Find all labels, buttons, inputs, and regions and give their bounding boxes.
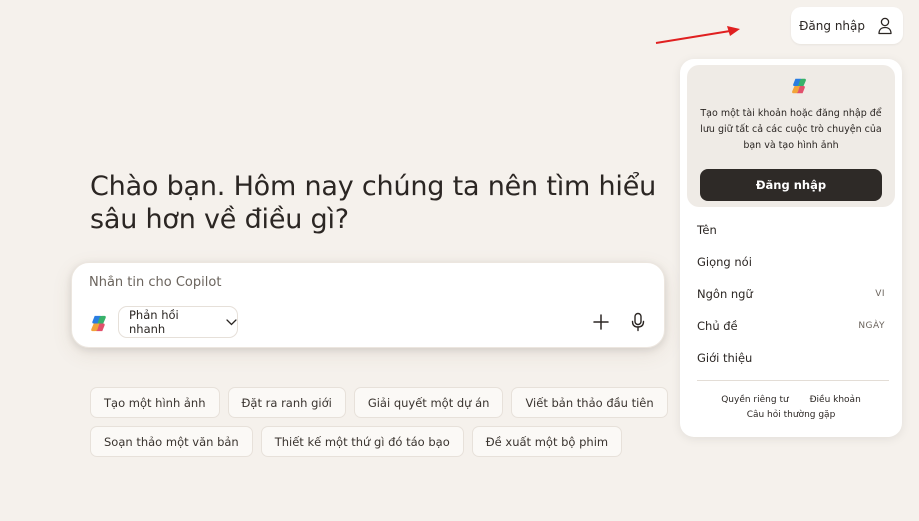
terms-link[interactable]: Điều khoản <box>810 395 861 405</box>
suggestion-chips: Tạo một hình ảnh Đặt ra ranh giới Giải q… <box>90 387 668 465</box>
suggestion-chip[interactable]: Tạo một hình ảnh <box>90 387 220 418</box>
menu-item-value: NGÀY <box>858 321 885 331</box>
menu-item-about[interactable]: Giới thiệu <box>680 342 902 374</box>
annotation-arrow-icon <box>655 26 740 44</box>
menu-item-label: Giới thiệu <box>697 351 753 365</box>
page-title: Chào bạn. Hôm nay chúng ta nên tìm hiểu … <box>90 171 657 235</box>
panel-signin-button[interactable]: Đăng nhập <box>700 169 882 201</box>
copilot-logo-icon <box>792 78 806 94</box>
menu-item-language[interactable]: Ngôn ngữ VI <box>680 278 902 310</box>
signin-promo-card: Tạo một tài khoản hoặc đăng nhập để lưu … <box>687 65 895 207</box>
menu-item-value: VI <box>875 289 885 299</box>
signin-promo-text: Tạo một tài khoản hoặc đăng nhập để lưu … <box>700 108 882 151</box>
header-signin-button[interactable]: Đăng nhập <box>791 7 903 44</box>
suggestion-chip[interactable]: Viết bản thảo đầu tiên <box>511 387 668 418</box>
suggestion-chip[interactable]: Đề xuất một bộ phim <box>471 426 623 457</box>
copilot-logo-icon <box>91 315 106 332</box>
suggestion-chip[interactable]: Soạn thảo một văn bản <box>90 426 253 457</box>
panel-footer-links: Quyền riêng tư Điều khoản Câu hỏi thường… <box>680 393 902 423</box>
suggestion-chip[interactable]: Đặt ra ranh giới <box>227 387 346 418</box>
header-signin-label: Đăng nhập <box>799 18 865 33</box>
menu-item-label: Tên <box>697 223 717 237</box>
response-mode-label: Phản hồi nhanh <box>129 308 179 336</box>
menu-item-name[interactable]: Tên <box>680 214 902 246</box>
menu-divider <box>697 380 889 381</box>
menu-item-label: Giọng nói <box>697 255 752 269</box>
privacy-link[interactable]: Quyền riêng tư <box>721 395 788 405</box>
response-mode-select[interactable]: Phản hồi nhanh <box>118 306 238 338</box>
faq-link[interactable]: Câu hỏi thường gặp <box>680 408 902 423</box>
menu-item-label: Chủ đề <box>697 319 738 333</box>
menu-item-theme[interactable]: Chủ đề NGÀY <box>680 310 902 342</box>
suggestion-chip[interactable]: Thiết kế một thứ gì đó táo bạo <box>260 426 464 457</box>
menu-item-voice[interactable]: Giọng nói <box>680 246 902 278</box>
account-menu-panel: Tạo một tài khoản hoặc đăng nhập để lưu … <box>680 59 902 437</box>
settings-menu: Tên Giọng nói Ngôn ngữ VI Chủ đề NGÀY Gi… <box>680 214 902 374</box>
message-input[interactable] <box>89 275 629 290</box>
microphone-icon[interactable] <box>630 312 646 332</box>
message-composer: Phản hồi nhanh <box>71 262 665 348</box>
chevron-down-icon <box>226 318 237 325</box>
add-attachment-icon[interactable] <box>592 313 610 331</box>
user-icon <box>878 17 892 34</box>
suggestion-chip[interactable]: Giải quyết một dự án <box>353 387 504 418</box>
menu-item-label: Ngôn ngữ <box>697 287 753 301</box>
